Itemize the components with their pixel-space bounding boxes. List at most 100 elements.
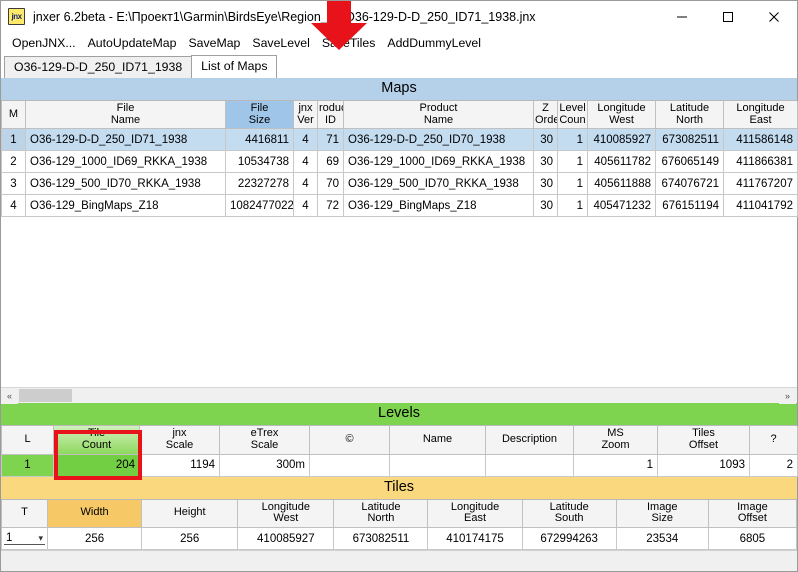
window-controls — [659, 1, 797, 32]
maps-col-level-count[interactable]: Level Coun — [557, 100, 588, 130]
app-icon-label: jnx — [11, 11, 22, 21]
menu-item-savetiles[interactable]: SaveTiles — [316, 34, 382, 52]
maps-cell-m: 3 — [1, 172, 26, 196]
maps-cell-level-count: 1 — [557, 150, 588, 174]
scroll-right-icon[interactable]: » — [779, 388, 796, 405]
tiles-col-image-size[interactable]: Image Size — [615, 499, 709, 529]
levels-col-copyright[interactable]: © — [309, 426, 390, 455]
levels-col-l[interactable]: L — [1, 426, 54, 455]
tiles-section-title: Tiles — [1, 476, 797, 500]
menu-item-adddummylevel[interactable]: AddDummyLevel — [381, 34, 487, 52]
tiles-row-selector[interactable]: 1 ▾ — [0, 527, 49, 551]
maps-col-longitude-west[interactable]: Longitude West — [587, 100, 656, 130]
maps-cell-longitude-west: 405471232 — [587, 194, 656, 218]
tiles-col-height[interactable]: Height — [141, 499, 239, 529]
tiles-col-longitude-east[interactable]: Longitude East — [427, 499, 523, 529]
maps-cell-product-id: 69 — [317, 150, 344, 174]
levels-col-ms-zoom[interactable]: MS Zoom — [573, 426, 658, 455]
tab-list-of-maps[interactable]: List of Maps — [191, 55, 278, 78]
table-row[interactable]: 1 ▾ 256 256 410085927 673082511 41017417… — [0, 527, 798, 551]
maps-cell-level-count: 1 — [557, 172, 588, 196]
maps-cell-product-name: O36-129_500_ID70_RKKA_1938 — [343, 172, 534, 196]
levels-cell-name — [389, 453, 486, 477]
maps-cell-longitude-east: 411586148 — [723, 128, 798, 152]
levels-col-jnx-scale[interactable]: jnx Scale — [139, 426, 220, 455]
levels-cell-l: 1 — [1, 453, 54, 477]
maps-cell-level-count: 1 — [557, 128, 588, 152]
scroll-left-icon[interactable]: « — [1, 387, 18, 404]
maps-col-latitude-north[interactable]: Latitude North — [655, 100, 724, 130]
tile-index-value: 1 — [6, 532, 13, 545]
table-row[interactable]: 3 O36-129_500_ID70_RKKA_1938 22327278 4 … — [1, 172, 798, 196]
table-row[interactable]: 1 204 1194 300m 1 1093 2 — [1, 453, 798, 477]
menu-item-openjnx[interactable]: OpenJNX... — [6, 34, 82, 52]
levels-col-name[interactable]: Name — [389, 426, 486, 455]
table-row[interactable]: 4 O36-129_BingMaps_Z18 1082477022 4 72 O… — [1, 194, 798, 218]
tiles-cell-image-offset: 6805 — [707, 527, 798, 551]
tiles-cell-longitude-east: 410174175 — [427, 527, 523, 551]
maps-col-z-order[interactable]: Z Orde — [533, 100, 558, 130]
maps-cell-longitude-west: 405611782 — [587, 150, 656, 174]
tiles-col-latitude-south[interactable]: Latitude South — [521, 499, 617, 529]
maps-cell-product-name: O36-129_1000_ID69_RKKA_1938 — [343, 150, 534, 174]
maps-section-title: Maps — [1, 78, 797, 101]
maps-cell-m: 1 — [1, 128, 26, 152]
levels-col-tiles-offset[interactable]: Tiles Offset — [657, 426, 750, 455]
levels-col-description[interactable]: Description — [485, 426, 574, 455]
tiles-cell-longitude-west: 410085927 — [237, 527, 335, 551]
chevron-down-icon[interactable]: ▾ — [39, 533, 44, 544]
tile-index-combobox[interactable]: 1 ▾ — [4, 532, 46, 546]
tiles-cell-width: 256 — [47, 527, 143, 551]
maps-col-product-id[interactable]: roducID — [317, 100, 344, 130]
tiles-col-width[interactable]: Width — [47, 499, 143, 529]
levels-cell-tile-count: 204 — [53, 453, 140, 477]
menu-bar: OpenJNX... AutoUpdateMap SaveMap SaveLev… — [1, 32, 797, 54]
tiles-col-longitude-west[interactable]: Longitude West — [237, 499, 335, 529]
maps-col-file-name[interactable]: File Name — [25, 100, 226, 130]
levels-cell-etrex-scale: 300m — [219, 453, 310, 477]
levels-cell-copyright — [309, 453, 390, 477]
scrollbar-thumb[interactable] — [19, 389, 72, 403]
levels-col-unknown[interactable]: ? — [749, 426, 798, 455]
maps-cell-level-count: 1 — [557, 194, 588, 218]
tiles-col-t[interactable]: T — [0, 499, 49, 529]
levels-cell-ms-zoom: 1 — [573, 453, 658, 477]
tab-map-detail[interactable]: O36-129-D-D_250_ID71_1938 — [4, 56, 193, 78]
close-icon[interactable] — [751, 1, 797, 32]
maps-cell-jnx-ver: 4 — [293, 150, 318, 174]
menu-item-autoupdatemap[interactable]: AutoUpdateMap — [82, 34, 183, 52]
maps-col-longitude-east[interactable]: Longitude East — [723, 100, 798, 130]
table-row[interactable]: 1 O36-129-D-D_250_ID71_1938 4416811 4 71… — [1, 128, 798, 152]
maps-cell-product-name: O36-129_BingMaps_Z18 — [343, 194, 534, 218]
maps-col-jnx-ver[interactable]: jnx Ver — [293, 100, 318, 130]
maps-cell-file-size: 10534738 — [225, 150, 294, 174]
maps-cell-latitude-north: 676151194 — [655, 194, 724, 218]
maps-cell-file-name: O36-129_BingMaps_Z18 — [25, 194, 226, 218]
maps-col-product-name[interactable]: Product Name — [343, 100, 534, 130]
maps-horizontal-scrollbar[interactable]: « » — [1, 387, 797, 405]
minimize-icon[interactable] — [659, 1, 705, 32]
maps-cell-product-id: 72 — [317, 194, 344, 218]
maps-cell-file-size: 22327278 — [225, 172, 294, 196]
maps-cell-m: 4 — [1, 194, 26, 218]
maps-col-file-size[interactable]: File Size — [225, 100, 294, 130]
tiles-cell-latitude-south: 672994263 — [521, 527, 617, 551]
maps-empty-area — [1, 217, 797, 388]
maximize-icon[interactable] — [705, 1, 751, 32]
table-row[interactable]: 2 O36-129_1000_ID69_RKKA_1938 10534738 4… — [1, 150, 798, 174]
tiles-col-image-offset[interactable]: Image Offset — [707, 499, 798, 529]
maps-cell-product-id: 71 — [317, 128, 344, 152]
levels-cell-tiles-offset: 1093 — [657, 453, 750, 477]
levels-section: Levels L Tile Count jnx Scale eTrex Scale ©… — [1, 403, 798, 477]
maps-cell-product-id: 70 — [317, 172, 344, 196]
levels-col-tile-count[interactable]: Tile Count — [53, 426, 140, 455]
levels-section-title: Levels — [1, 403, 797, 427]
menu-item-savelevel[interactable]: SaveLevel — [246, 34, 315, 52]
maps-cell-file-size: 4416811 — [225, 128, 294, 152]
maps-cell-file-name: O36-129-D-D_250_ID71_1938 — [25, 128, 226, 152]
levels-col-etrex-scale[interactable]: eTrex Scale — [219, 426, 310, 455]
menu-item-savemap[interactable]: SaveMap — [182, 34, 246, 52]
tiles-col-latitude-north[interactable]: Latitude North — [333, 499, 429, 529]
tiles-cell-latitude-north: 673082511 — [333, 527, 429, 551]
maps-col-m[interactable]: M — [1, 100, 26, 130]
